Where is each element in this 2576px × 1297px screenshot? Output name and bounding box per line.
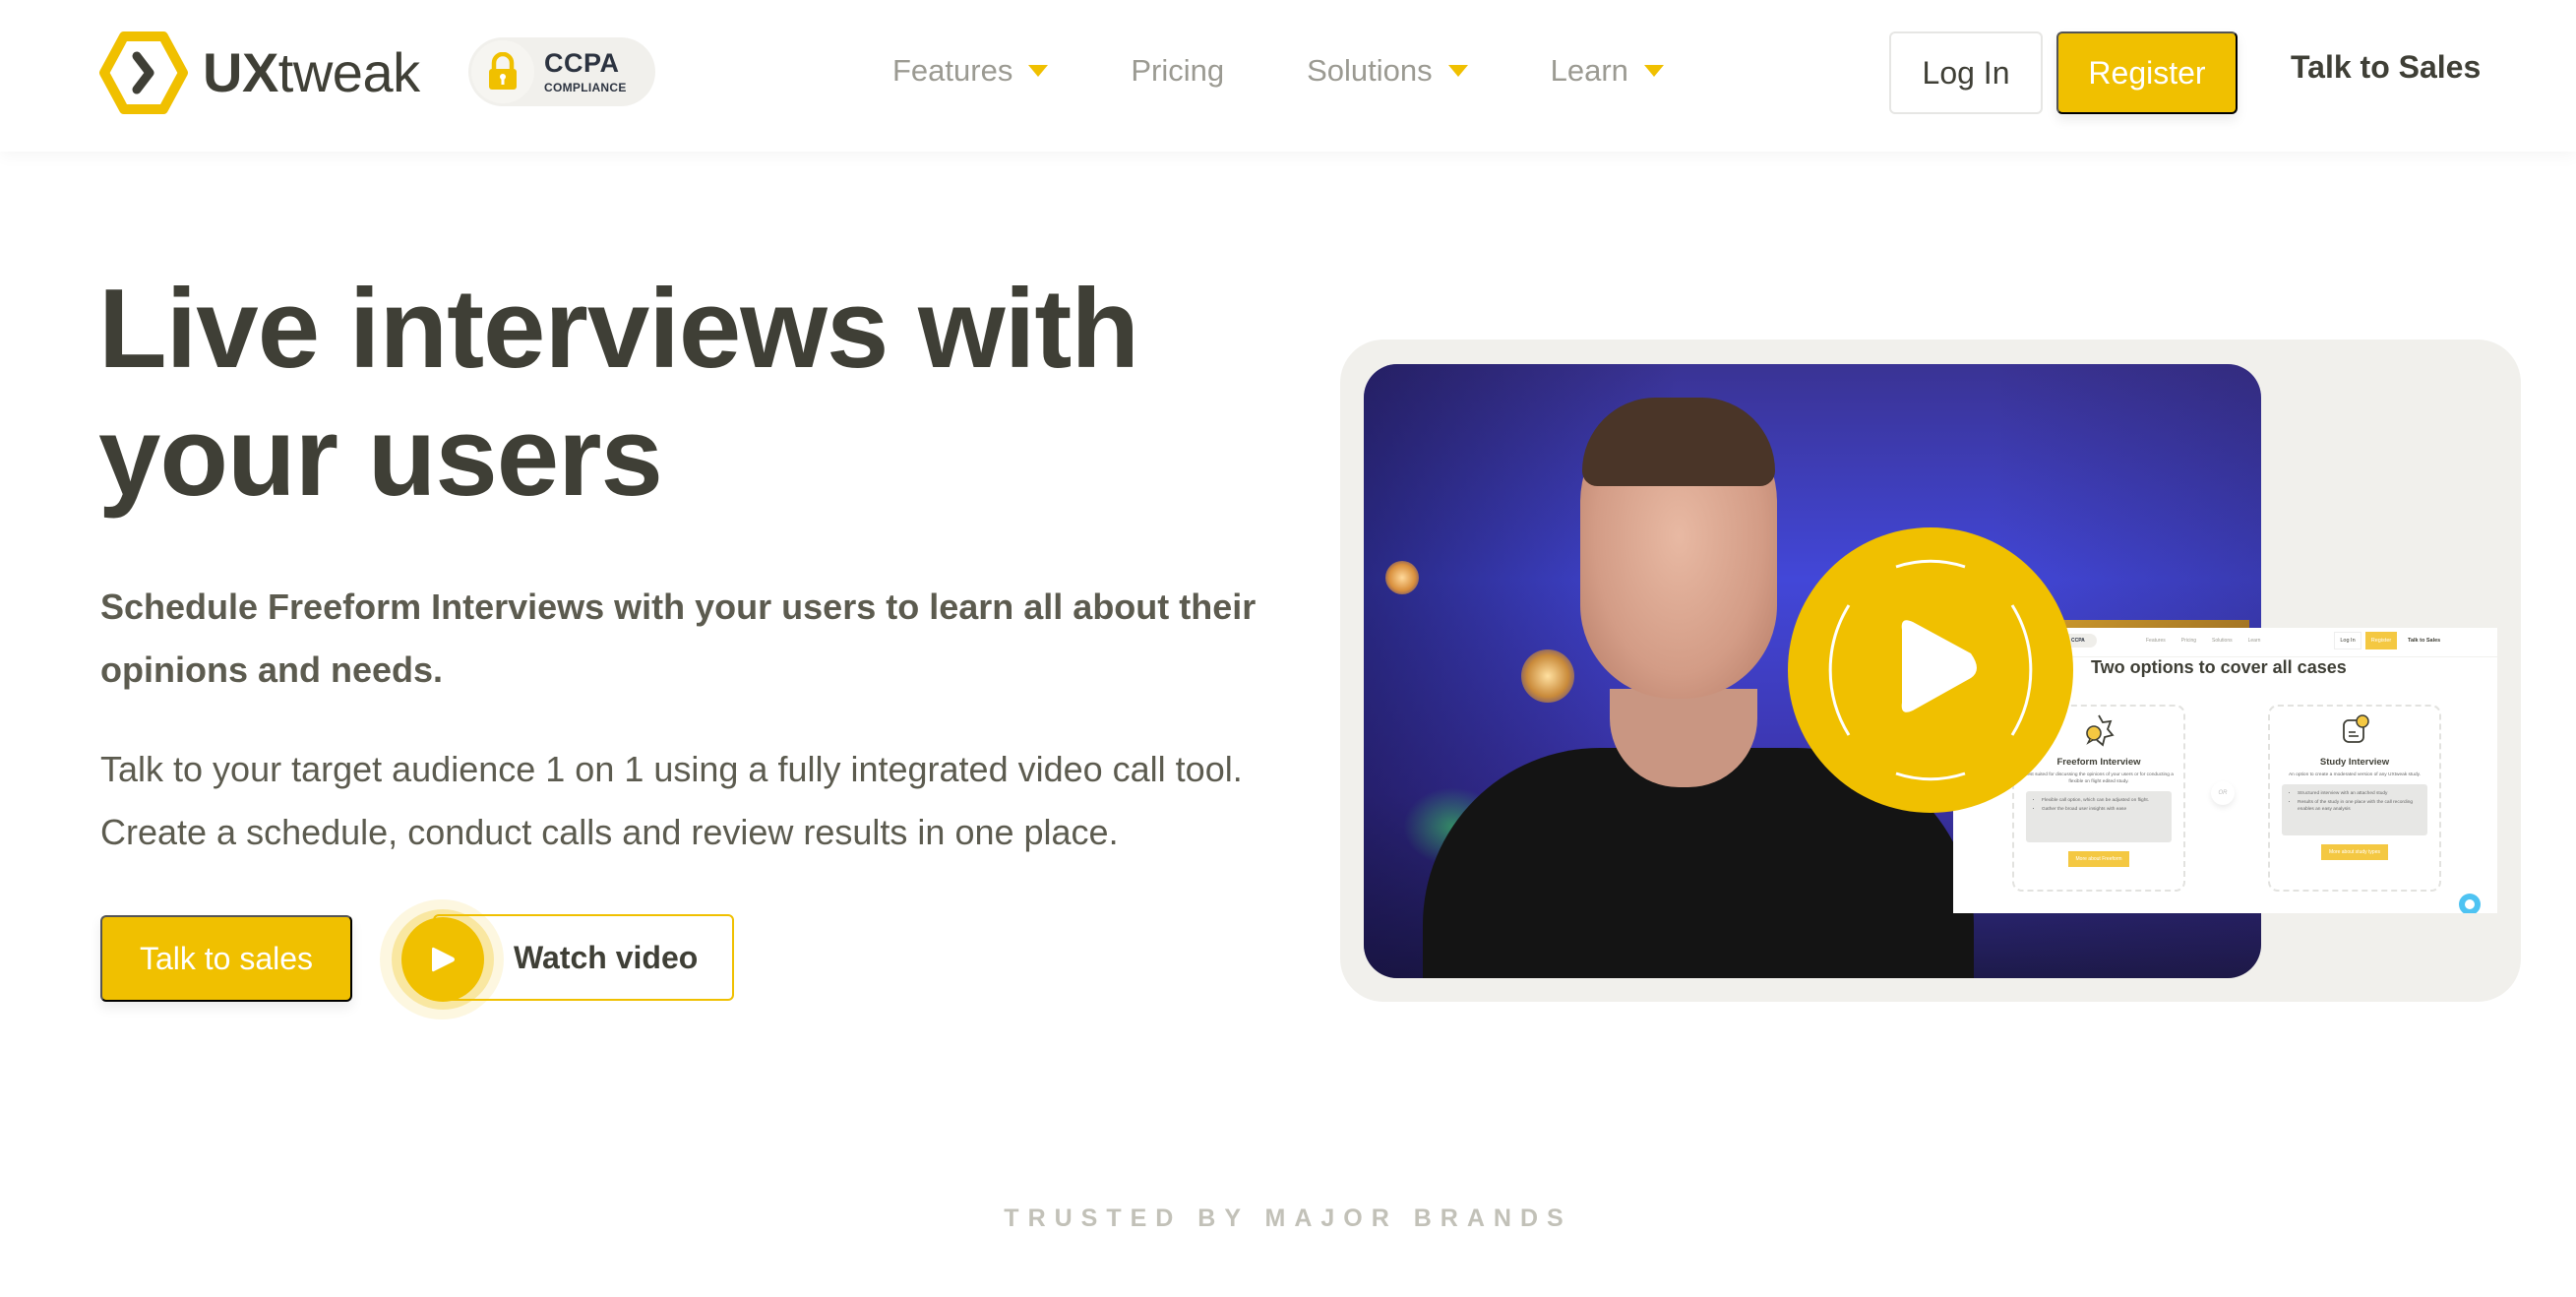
bullet-item: Results of the study in one place with t… bbox=[2298, 799, 2422, 813]
study-description: An option to create a moderated version … bbox=[2288, 772, 2422, 777]
caret-down-icon bbox=[1447, 65, 1468, 77]
uxtweak-logo[interactable]: UXtweak bbox=[98, 30, 420, 116]
page-headline: Live interviews with your users bbox=[98, 267, 1139, 520]
or-divider: OR bbox=[2211, 781, 2235, 805]
document-chat-icon bbox=[2343, 714, 2369, 743]
logo-ux: UX bbox=[203, 41, 278, 103]
chat-star-icon bbox=[2086, 714, 2115, 747]
study-interview-card: Study Interview An option to create a mo… bbox=[2268, 705, 2441, 892]
talk-to-sales-button[interactable]: Talk to sales bbox=[100, 915, 352, 1002]
inset-title: Two options to cover all cases bbox=[2091, 657, 2347, 677]
bullet-item: Structured interview with an attached st… bbox=[2298, 790, 2422, 797]
padlock-icon bbox=[471, 40, 534, 103]
nav-pricing-label: Pricing bbox=[1131, 53, 1225, 88]
play-icon bbox=[1828, 559, 2033, 781]
caret-down-icon bbox=[1028, 65, 1049, 77]
study-title: Study Interview bbox=[2319, 757, 2390, 768]
nav-solutions-label: Solutions bbox=[1307, 53, 1433, 88]
video-play-button[interactable] bbox=[1788, 527, 2073, 813]
logo-tweak: tweak bbox=[277, 41, 420, 103]
trusted-by-brands-label: TRUSTED BY MAJOR BRANDS bbox=[1004, 1204, 1572, 1232]
logo-wordmark: UXtweak bbox=[203, 45, 420, 100]
inset-nav-item: Solutions bbox=[2212, 638, 2233, 644]
nav-solutions[interactable]: Solutions bbox=[1307, 53, 1468, 89]
more-about-study-types-button: More about study types bbox=[2321, 844, 2388, 860]
nav-pricing[interactable]: Pricing bbox=[1131, 53, 1224, 89]
nav-features[interactable]: Features bbox=[892, 53, 1049, 89]
play-icon[interactable] bbox=[401, 917, 484, 1002]
inset-login: Log In bbox=[2334, 632, 2361, 649]
inset-nav: Features Pricing Solutions Learn bbox=[2146, 638, 2276, 644]
more-about-freeform-button: More about Freeform bbox=[2067, 851, 2130, 867]
inset-nav-item: Pricing bbox=[2180, 638, 2197, 644]
main-nav: Features Pricing Solutions Learn bbox=[892, 49, 1664, 93]
nav-learn[interactable]: Learn bbox=[1551, 53, 1664, 89]
hero-description: Talk to your target audience 1 on 1 usin… bbox=[100, 749, 1243, 852]
inset-register: Register bbox=[2365, 632, 2397, 649]
study-bullets: Structured interview with an attached st… bbox=[2282, 784, 2427, 835]
chat-bubble-icon bbox=[2459, 894, 2481, 913]
inset-sales: Talk to Sales bbox=[2408, 638, 2441, 644]
hexagon-chevron-logo-icon bbox=[99, 31, 188, 114]
ccpa-subtitle: COMPLIANCE bbox=[544, 81, 627, 94]
ccpa-compliance-badge[interactable]: CCPA COMPLIANCE bbox=[468, 37, 655, 106]
nav-learn-label: Learn bbox=[1550, 53, 1628, 88]
inset-nav-item: Features bbox=[2146, 638, 2166, 644]
hero-subheading: Schedule Freeform Interviews with your u… bbox=[100, 587, 1257, 690]
lamp-light bbox=[1385, 561, 1419, 594]
inset-nav-item: Learn bbox=[2247, 638, 2261, 644]
ccpa-title: CCPA bbox=[544, 48, 620, 78]
nav-features-label: Features bbox=[892, 53, 1013, 88]
caret-down-icon bbox=[1643, 65, 1664, 77]
lamp-light bbox=[1521, 649, 1574, 703]
talk-to-sales-link[interactable]: Talk to Sales bbox=[2291, 49, 2481, 86]
login-button[interactable]: Log In bbox=[1889, 31, 2043, 114]
register-button[interactable]: Register bbox=[2056, 31, 2238, 114]
site-header: UXtweak CCPA COMPLIANCE Features Pricing… bbox=[0, 0, 2576, 152]
